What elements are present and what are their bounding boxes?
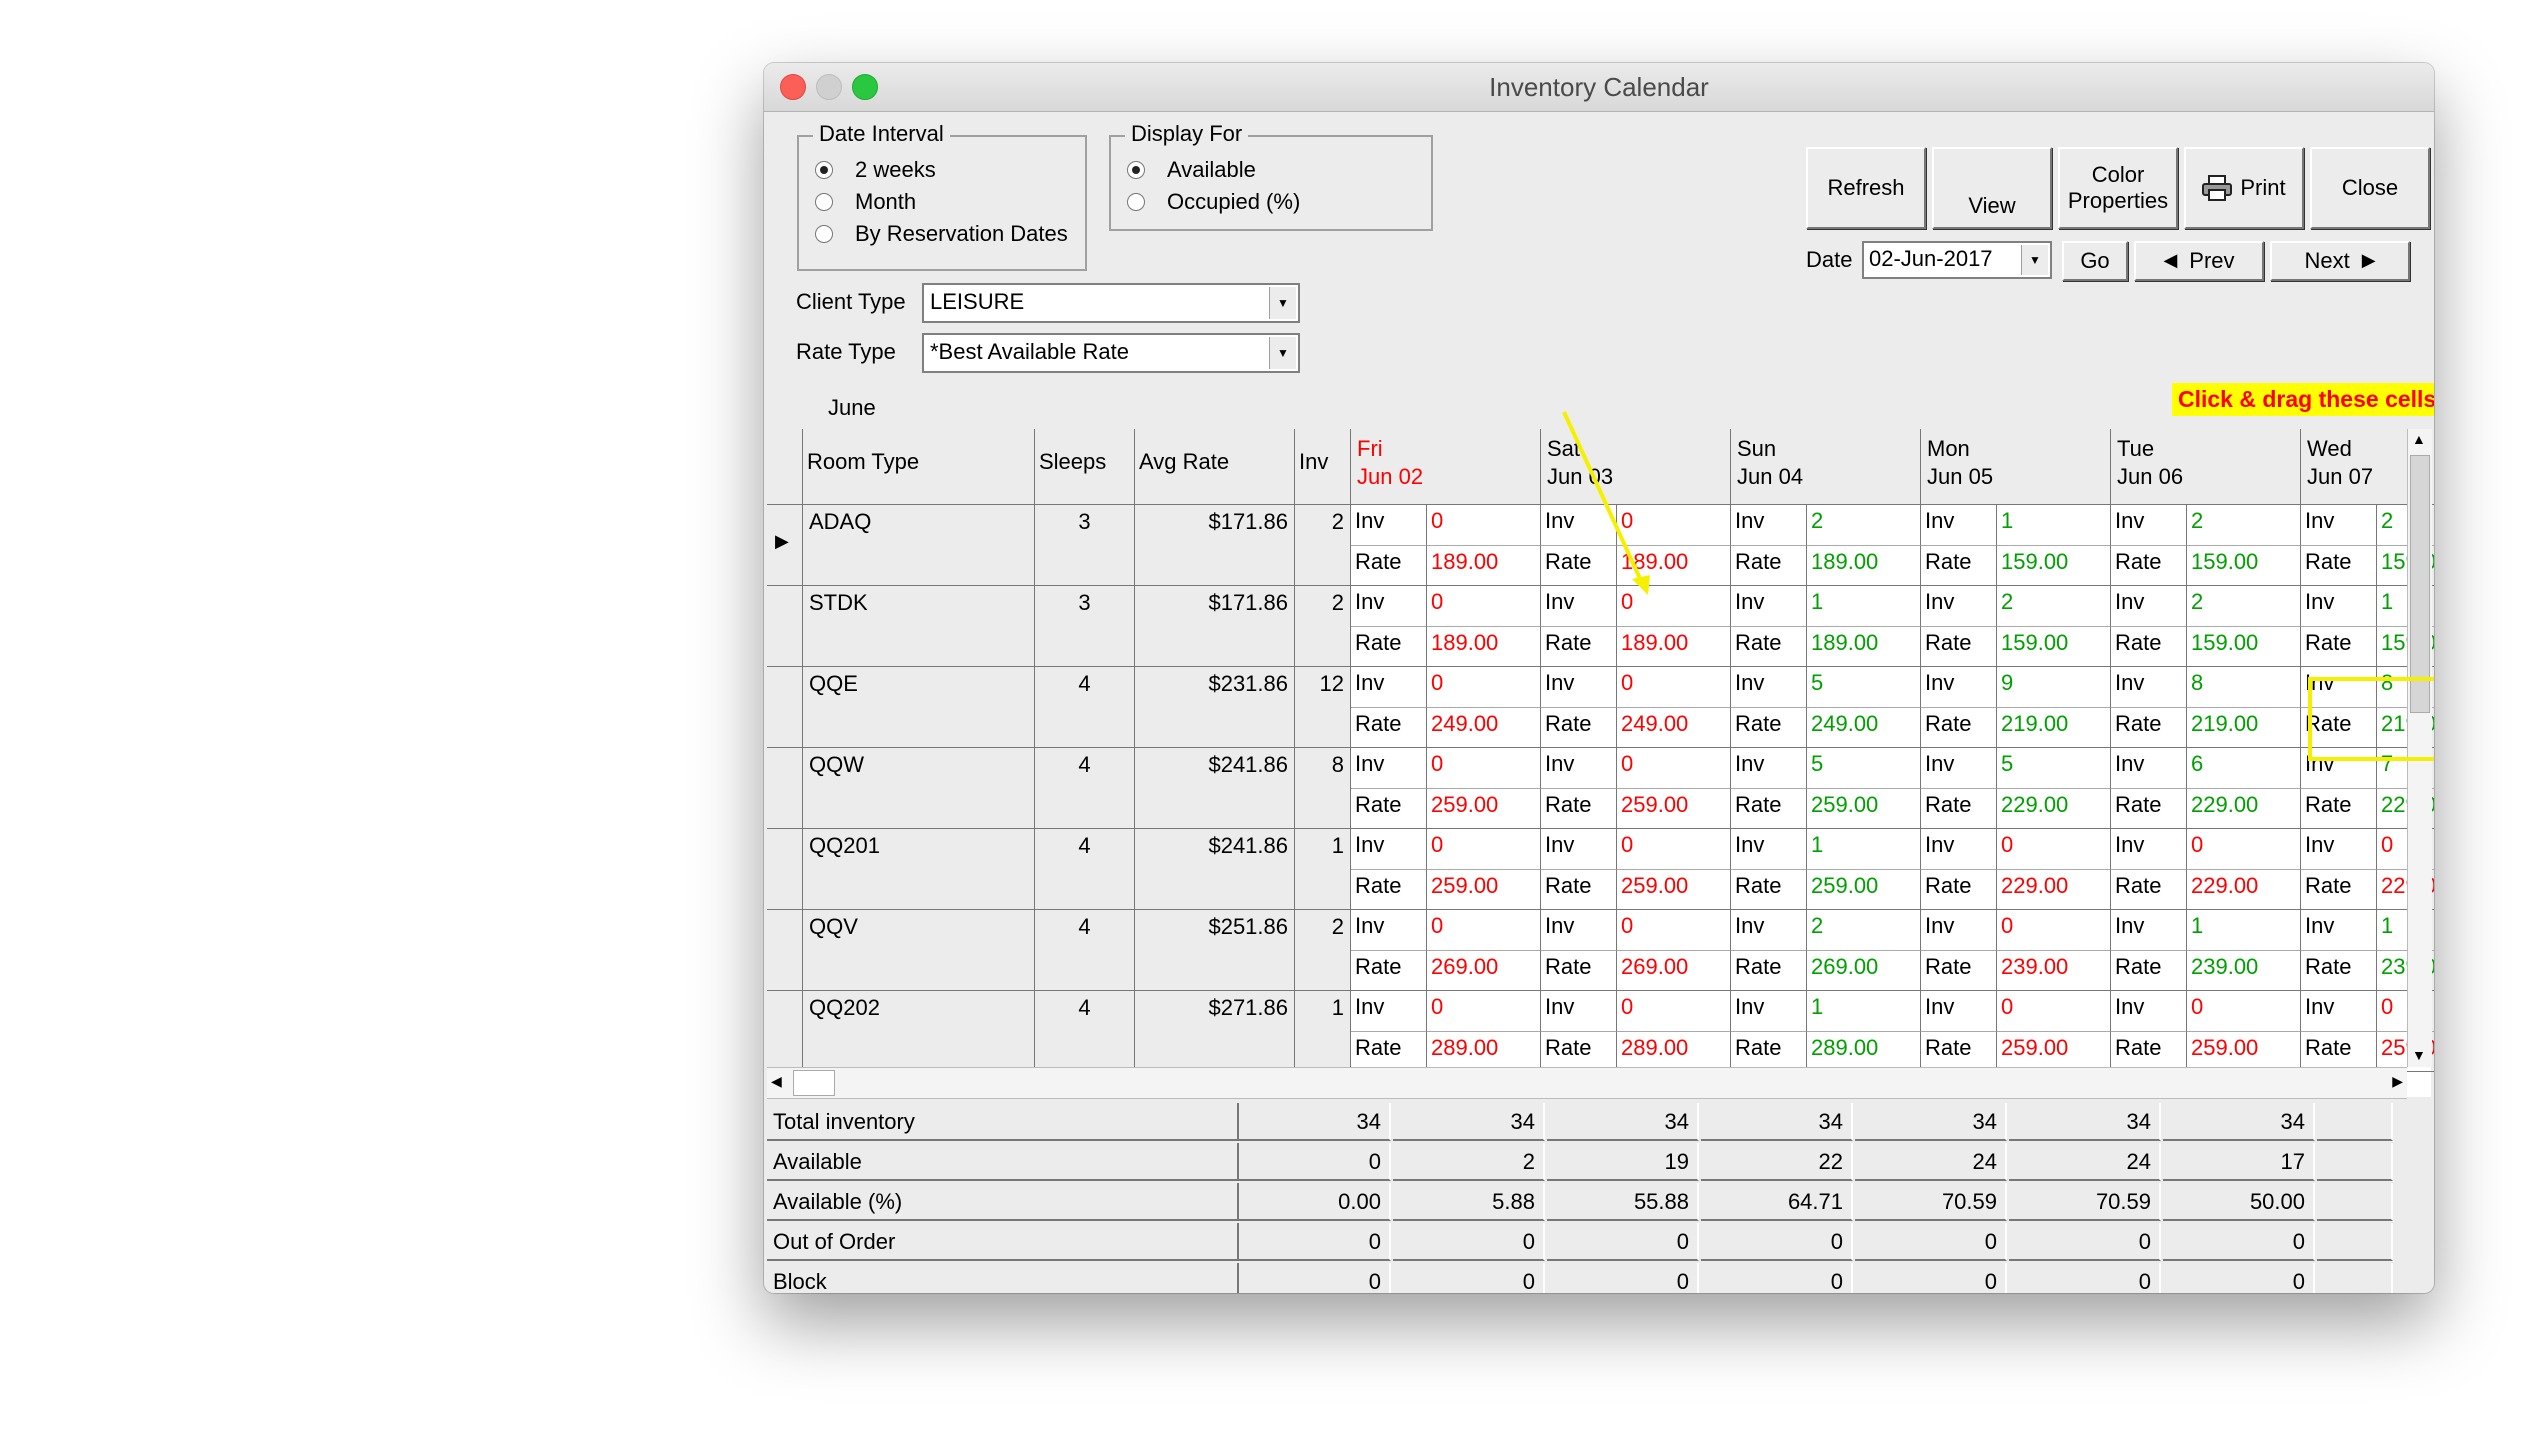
inventory-calendar-window: Inventory Calendar Date Interval 2 weeks… (764, 63, 2434, 1293)
annotation-arrow-icon (1562, 411, 1650, 595)
annotation-label: Click & drag these cells (2172, 383, 2434, 416)
